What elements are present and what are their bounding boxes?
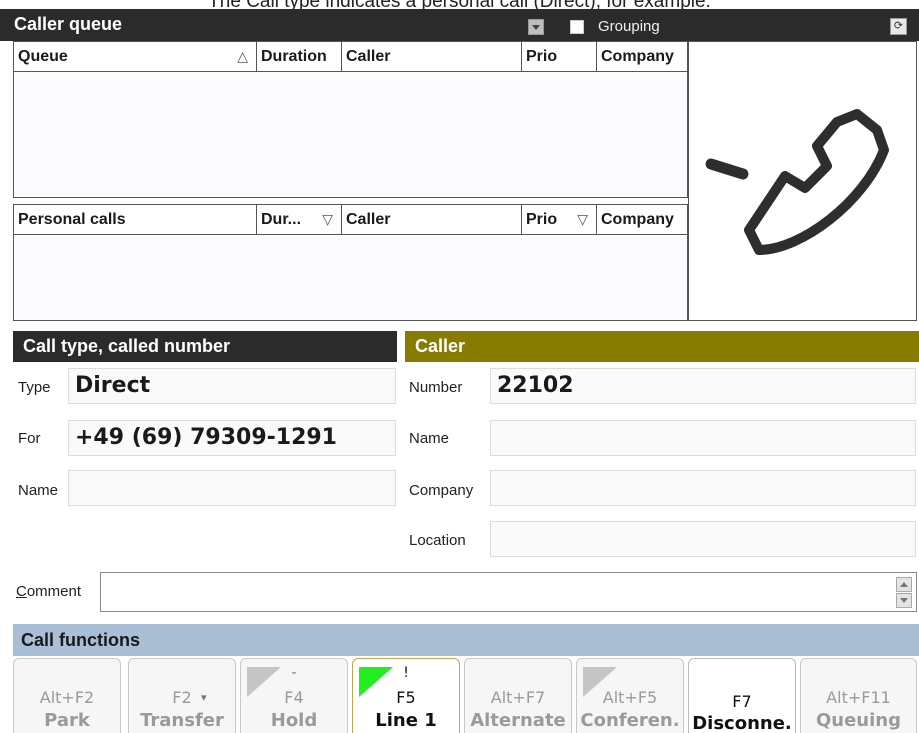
- grouping-label: Grouping: [598, 18, 660, 35]
- dropdown-arrow-icon: ▾: [201, 691, 207, 704]
- scroll-down-icon[interactable]: [896, 593, 912, 608]
- col-personal-calls[interactable]: Personal calls: [14, 205, 257, 235]
- number-label: Number: [409, 379, 463, 396]
- number-field: 22102: [490, 368, 916, 404]
- col-duration[interactable]: Dur... ▽: [257, 205, 342, 235]
- scroll-up-icon[interactable]: [896, 577, 912, 592]
- col-caller[interactable]: Caller: [342, 205, 522, 235]
- sort-ascending-icon: △: [237, 48, 248, 64]
- type-field: Direct: [68, 368, 396, 404]
- company-label: Company: [409, 482, 474, 499]
- grouping-dropdown-icon[interactable]: [528, 19, 544, 35]
- top-caption: The Call type indicates a personal call …: [0, 0, 919, 9]
- col-prio[interactable]: Prio: [522, 42, 597, 72]
- col-company[interactable]: Company: [597, 205, 689, 235]
- col-prio[interactable]: Prio ▽: [522, 205, 597, 235]
- alternate-button[interactable]: Alt+F7 Alternate: [464, 658, 572, 733]
- caller-name-label: Name: [409, 430, 450, 447]
- grouping-checkbox[interactable]: [570, 20, 584, 34]
- location-field[interactable]: [490, 521, 916, 557]
- settings-icon[interactable]: ⟳: [890, 18, 907, 35]
- comment-input[interactable]: [100, 572, 917, 612]
- caller-name-field[interactable]: [490, 420, 916, 456]
- type-label: Type: [18, 379, 51, 396]
- personal-calls-list[interactable]: Personal calls Dur... ▽ Caller Prio ▽ Co…: [13, 204, 688, 321]
- call-type-header: Call type, called number: [13, 331, 397, 362]
- personal-calls-header: Personal calls Dur... ▽ Caller Prio ▽ Co…: [14, 205, 687, 235]
- location-label: Location: [409, 532, 466, 549]
- caller-queue-header: Caller queue Grouping ⟳: [0, 9, 919, 41]
- queue-list-header: Queue △ Duration Caller Prio Company: [14, 42, 687, 72]
- queuing-button[interactable]: Alt+F11 Queuing: [800, 658, 917, 733]
- company-field[interactable]: [490, 470, 916, 506]
- col-company[interactable]: Company: [597, 42, 689, 72]
- sort-descending-icon: ▽: [322, 211, 333, 227]
- col-caller[interactable]: Caller: [342, 42, 522, 72]
- for-field: +49 (69) 79309-1291: [68, 420, 396, 456]
- for-label: For: [18, 430, 41, 447]
- caller-header: Caller: [405, 331, 919, 362]
- called-name-field[interactable]: [68, 470, 396, 506]
- sort-descending-icon: ▽: [577, 211, 588, 227]
- call-functions-header: Call functions: [13, 624, 919, 656]
- phone-handset-icon: [705, 109, 889, 255]
- conference-button[interactable]: Alt+F5 Conferen.: [576, 658, 684, 733]
- caller-queue-title: Caller queue: [14, 14, 123, 34]
- comment-label: Comment: [16, 583, 82, 600]
- park-button[interactable]: Alt+F2 Park: [13, 658, 121, 733]
- called-name-label: Name: [18, 482, 59, 499]
- line-1-button[interactable]: ! F5 Line 1: [352, 658, 460, 733]
- col-duration[interactable]: Duration: [257, 42, 342, 72]
- disconnect-button[interactable]: F7 Disconne.: [688, 658, 796, 733]
- col-queue[interactable]: Queue △: [14, 42, 257, 72]
- phone-state-image: [688, 41, 917, 321]
- hold-button[interactable]: - F4 Hold: [240, 658, 348, 733]
- queue-list[interactable]: Queue △ Duration Caller Prio Company: [13, 41, 688, 198]
- transfer-button[interactable]: F2 ▾ Transfer: [128, 658, 236, 733]
